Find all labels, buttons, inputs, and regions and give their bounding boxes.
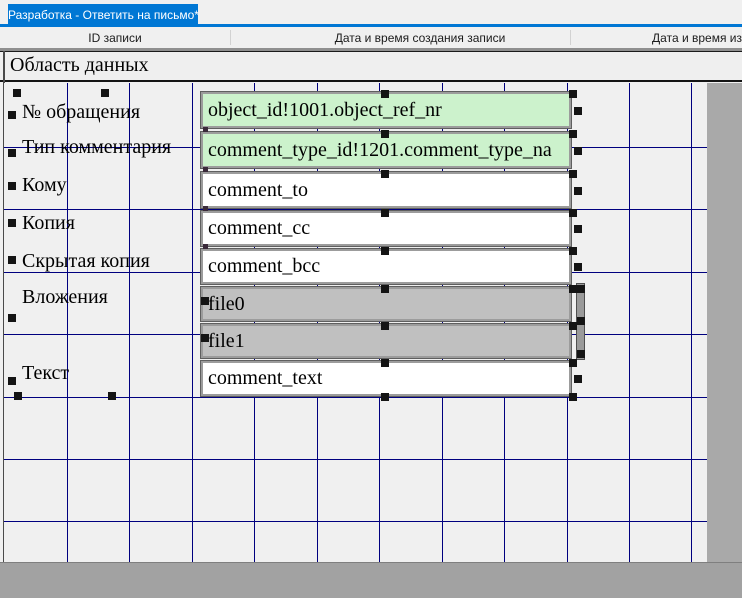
selection-handle[interactable] — [8, 256, 16, 264]
column-header-created[interactable]: Дата и время создания записи — [230, 29, 610, 47]
form-designer-window: Разработка - Ответить на письмо* ID запи… — [0, 0, 742, 598]
selection-handle[interactable] — [381, 322, 389, 330]
column-separator — [570, 30, 571, 45]
selection-handle[interactable] — [381, 359, 389, 367]
selection-handle[interactable] — [203, 167, 208, 172]
selection-handle[interactable] — [569, 170, 577, 178]
selection-handle[interactable] — [8, 149, 16, 157]
selection-handle[interactable] — [8, 111, 16, 119]
design-canvas[interactable]: № обращенияobject_id!1001.object_ref_nrТ… — [4, 83, 707, 562]
selection-handle[interactable] — [101, 89, 109, 97]
selection-handle[interactable] — [13, 89, 21, 97]
selection-handle[interactable] — [574, 263, 582, 271]
tab-development[interactable]: Разработка - Ответить на письмо* — [8, 4, 198, 27]
canvas-bottom-margin — [0, 562, 742, 598]
column-separator — [230, 30, 231, 45]
selection-handle[interactable] — [381, 170, 389, 178]
tab-strip: Разработка - Ответить на письмо* — [0, 0, 742, 27]
selection-handle[interactable] — [203, 244, 208, 249]
selection-handle[interactable] — [577, 350, 585, 358]
selection-handle[interactable] — [569, 393, 577, 401]
selection-handle[interactable] — [574, 187, 582, 195]
selection-handle[interactable] — [574, 107, 582, 115]
selection-handle[interactable] — [108, 392, 116, 400]
column-header-id[interactable]: ID записи — [0, 29, 230, 47]
selection-handle[interactable] — [569, 322, 577, 330]
selection-handle[interactable] — [381, 130, 389, 138]
selection-handle[interactable] — [203, 206, 208, 211]
selection-handle[interactable] — [8, 182, 16, 190]
selection-handle[interactable] — [201, 297, 209, 305]
selection-handle[interactable] — [569, 90, 577, 98]
selection-handle[interactable] — [577, 285, 585, 293]
selection-handle[interactable] — [574, 375, 582, 383]
selection-handle[interactable] — [569, 247, 577, 255]
selection-handle[interactable] — [574, 225, 582, 233]
band-title: Область данных — [10, 54, 149, 77]
selection-handle[interactable] — [14, 392, 22, 400]
selection-handle[interactable] — [569, 209, 577, 217]
tab-title: Разработка - Ответить на письмо* — [8, 8, 198, 22]
selection-handle[interactable] — [201, 334, 209, 342]
selection-handle[interactable] — [577, 317, 585, 325]
selection-handle[interactable] — [381, 90, 389, 98]
column-header-row: ID записи Дата и время создания записи Д… — [0, 27, 742, 48]
selection-handle[interactable] — [8, 377, 16, 385]
selection-handle[interactable] — [8, 314, 16, 322]
selection-handle[interactable] — [569, 359, 577, 367]
selection-handle[interactable] — [569, 130, 577, 138]
selection-handle[interactable] — [203, 127, 208, 132]
selection-handle[interactable] — [381, 285, 389, 293]
canvas-right-margin — [707, 83, 742, 562]
selection-handle[interactable] — [574, 147, 582, 155]
column-header-modified[interactable]: Дата и время из — [610, 29, 742, 47]
selection-handle[interactable] — [381, 209, 389, 217]
selection-handle[interactable] — [8, 219, 16, 227]
selection-handle[interactable] — [381, 393, 389, 401]
selection-handles — [4, 83, 707, 562]
selection-handle[interactable] — [569, 285, 577, 293]
band-data-area[interactable]: Область данных — [0, 51, 742, 82]
selection-handle[interactable] — [381, 247, 389, 255]
